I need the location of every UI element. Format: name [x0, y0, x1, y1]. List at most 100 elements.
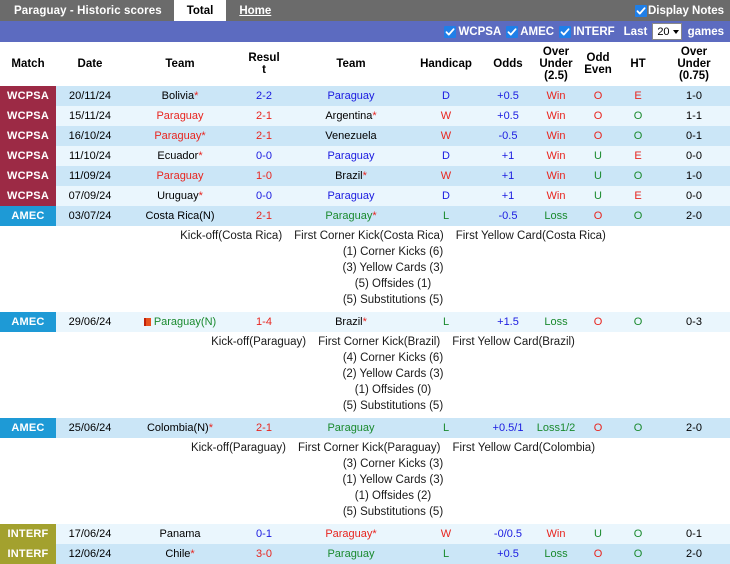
half-time-score-value: 0-0: [686, 150, 702, 162]
match-notes-row: Kick-off(Costa Rica) First Corner Kick(Co…: [0, 226, 730, 312]
odd-even: O: [618, 544, 658, 564]
odds-result-value: Win: [546, 190, 566, 202]
odds-result-value: Win: [546, 170, 566, 182]
handicap-outcome-value: W: [440, 130, 452, 142]
tab-total-label: Total: [186, 4, 214, 17]
away-team[interactable]: Argentina*: [292, 106, 410, 126]
away-team[interactable]: Paraguay*: [292, 524, 410, 544]
handicap-value: -0/0.5: [482, 524, 534, 544]
handicap-value-value: +0.5: [497, 90, 519, 102]
table-row[interactable]: WCPSA 16/10/24 Paraguay* 2-1 Venezuela W -0.5 W…: [0, 126, 730, 146]
home-team[interactable]: Panama: [124, 524, 236, 544]
match-result-value: 3-0: [256, 548, 272, 560]
handicap-outcome-value: D: [442, 90, 450, 102]
filter-amec[interactable]: AMEC: [506, 25, 554, 38]
away-team[interactable]: Venezuela: [292, 126, 410, 146]
table-row[interactable]: INTERF 17/06/24 Panama 0-1 Paraguay* W -0/0.5 W…: [0, 524, 730, 544]
odds-result-value: Loss: [544, 210, 568, 222]
over-under-25-value: O: [593, 210, 603, 222]
over-under-25: O: [578, 86, 618, 106]
tab-home[interactable]: Home: [226, 0, 284, 21]
table-row[interactable]: WCPSA 11/10/24 Ecuador* 0-0 Paraguay D +1 Win U E…: [0, 146, 730, 166]
table-row[interactable]: AMEC 25/06/24 Colombia(N)* 2-1 Paraguay L +0.5…: [0, 418, 730, 438]
over-under-25-value: O: [593, 110, 603, 122]
home-team-label: Paraguay(N): [153, 316, 217, 328]
table-row[interactable]: AMEC 29/06/24 Paraguay(N) 1-4 Brazil* L +1.5 Lo…: [0, 312, 730, 332]
filter-wcpsa[interactable]: WCPSA: [444, 25, 502, 38]
notes-spacer: [0, 226, 56, 312]
away-team[interactable]: Brazil*: [292, 166, 410, 186]
match-result-value: 0-0: [256, 190, 272, 202]
display-notes-toggle[interactable]: Display Notes: [634, 0, 730, 21]
half-time-score: 1-1: [658, 106, 730, 126]
notes-headline-item: First Yellow Card(Colombia): [452, 442, 596, 454]
filter-wcpsa-label: WCPSA: [458, 25, 502, 38]
match-date: 07/09/24: [56, 186, 124, 206]
table-row[interactable]: WCPSA 20/11/24 Bolivia* 2-2 Paraguay D +0.5 Win…: [0, 86, 730, 106]
handicap-outcome: W: [410, 524, 482, 544]
away-team[interactable]: Brazil*: [292, 312, 410, 332]
home-advantage-star-icon: *: [362, 170, 367, 182]
half-time-score: 0-1: [658, 524, 730, 544]
odd-even-value: O: [633, 422, 643, 434]
odd-even: E: [618, 86, 658, 106]
away-team[interactable]: Paraguay: [292, 86, 410, 106]
away-team-label: Paraguay: [327, 90, 375, 102]
check-icon: [559, 25, 572, 38]
notes-stat-line: (1) Offsides (0): [354, 384, 432, 396]
tab-total[interactable]: Total: [173, 0, 227, 21]
over-under-25: O: [578, 126, 618, 146]
away-team-label: Paraguay: [325, 210, 373, 222]
table-header-row: Match Date Team Resul t Team Handicap Od…: [0, 42, 730, 86]
over-under-25-value: O: [593, 422, 603, 434]
away-team[interactable]: Paraguay: [292, 186, 410, 206]
games-count-select[interactable]: 20: [652, 23, 682, 40]
home-team[interactable]: Uruguay*: [124, 186, 236, 206]
table-row[interactable]: AMEC 03/07/24 Costa Rica(N) 2-1 Paraguay* L -0…: [0, 206, 730, 226]
handicap-outcome: D: [410, 86, 482, 106]
col-ht: HT: [618, 42, 658, 86]
home-team[interactable]: Bolivia*: [124, 86, 236, 106]
home-advantage-star-icon: *: [198, 190, 203, 202]
away-team[interactable]: Paraguay: [292, 418, 410, 438]
handicap-value-value: +1: [501, 170, 515, 182]
table-row[interactable]: WCPSA 07/09/24 Uruguay* 0-0 Paraguay D +1 Win U E…: [0, 186, 730, 206]
odd-even: O: [618, 206, 658, 226]
match-notes-row: Kick-off(Paraguay) First Corner Kick(Para…: [0, 438, 730, 524]
handicap-outcome-value: L: [442, 210, 450, 222]
away-team[interactable]: Paraguay*: [292, 206, 410, 226]
over-under-25: O: [578, 106, 618, 126]
col-ou075-line1: Over: [680, 45, 708, 58]
home-advantage-star-icon: *: [198, 150, 203, 162]
home-team[interactable]: Chile*: [124, 544, 236, 564]
half-time-score-value: 1-0: [686, 170, 702, 182]
home-team[interactable]: Costa Rica(N): [124, 206, 236, 226]
notes-headline-item: First Corner Kick(Paraguay): [297, 442, 441, 454]
tab-home-label: Home: [239, 4, 272, 17]
filter-interf[interactable]: INTERF: [559, 25, 615, 38]
table-row[interactable]: WCPSA 15/11/24 Paraguay 2-1 Argentina* W +0.5 W…: [0, 106, 730, 126]
table-row[interactable]: INTERF 12/06/24 Chile* 3-0 Paraguay L +0.5 Loss…: [0, 544, 730, 564]
away-team[interactable]: Paraguay: [292, 544, 410, 564]
home-team[interactable]: Colombia(N)*: [124, 418, 236, 438]
home-team[interactable]: Paraguay: [124, 106, 236, 126]
handicap-outcome-value: W: [440, 110, 452, 122]
table-row[interactable]: WCPSA 11/09/24 Paraguay 1-0 Brazil* W +1 Win U O 1…: [0, 166, 730, 186]
away-team[interactable]: Paraguay: [292, 146, 410, 166]
odd-even: O: [618, 418, 658, 438]
home-team[interactable]: Paraguay(N): [124, 312, 236, 332]
home-advantage-star-icon: *: [362, 316, 367, 328]
competition-badge: INTERF: [0, 524, 56, 544]
home-team[interactable]: Paraguay: [124, 166, 236, 186]
competition-badge: WCPSA: [0, 166, 56, 186]
match-date: 12/06/24: [56, 544, 124, 564]
odds-result-value: Loss: [544, 316, 568, 328]
competition-badge: WCPSA: [0, 86, 56, 106]
notes-headline-item: First Corner Kick(Brazil): [318, 336, 441, 348]
odd-even-value: E: [634, 90, 642, 102]
handicap-value: -0.5: [482, 126, 534, 146]
odd-even: E: [618, 186, 658, 206]
home-team[interactable]: Paraguay*: [124, 126, 236, 146]
home-team[interactable]: Ecuador*: [124, 146, 236, 166]
handicap-outcome-value: L: [442, 548, 450, 560]
